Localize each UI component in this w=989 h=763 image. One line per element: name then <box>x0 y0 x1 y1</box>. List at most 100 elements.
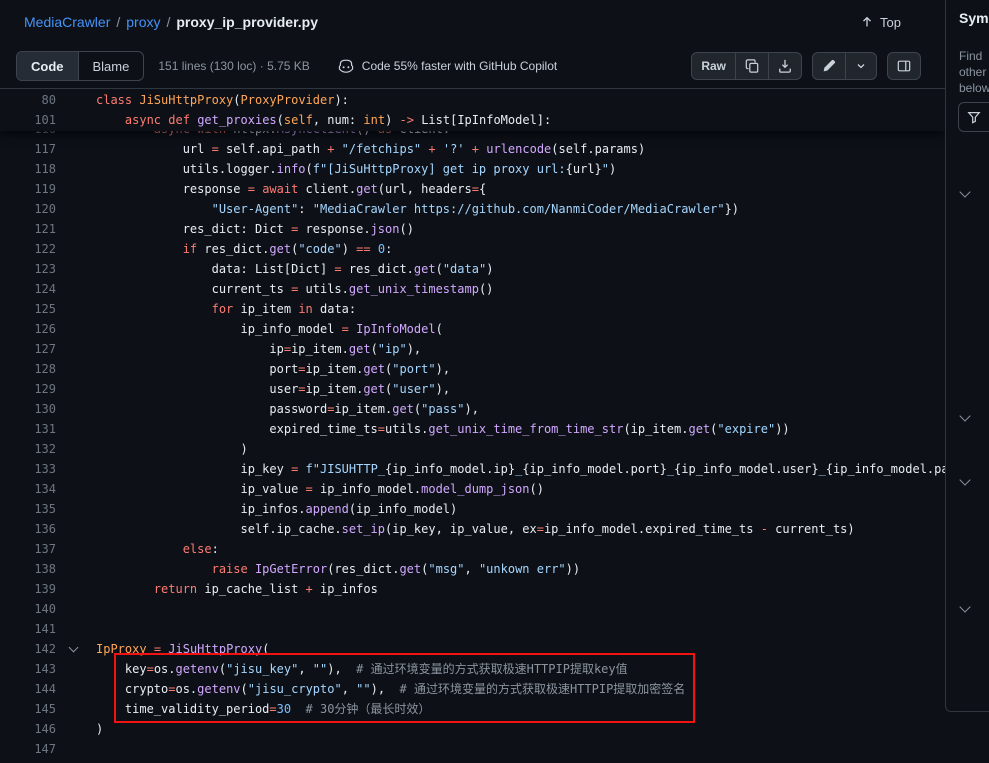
main-content: MediaCrawler / proxy / proxy_ip_provider… <box>0 0 945 763</box>
chevron-down-icon <box>855 60 867 72</box>
line-number[interactable]: 145 <box>0 699 56 719</box>
fold-chevron-icon[interactable] <box>69 643 79 653</box>
symbols-sidebar: Sym Find other below <box>945 0 989 763</box>
github-code-view: MediaCrawler / proxy / proxy_ip_provider… <box>0 0 989 763</box>
code-line: 144 crypto=os.getenv("jisu_crypto", ""),… <box>0 679 945 699</box>
code-text: user=ip_item.get("user"), <box>96 379 450 399</box>
code-text: raise IpGetError(res_dict.get("msg", "un… <box>96 559 580 579</box>
tab-code[interactable]: Code <box>17 52 79 80</box>
line-number[interactable]: 142 <box>0 639 56 659</box>
line-number[interactable]: 118 <box>0 159 56 179</box>
line-number[interactable]: 134 <box>0 479 56 499</box>
code-line: 101 async def get_proxies(self, num: int… <box>0 110 945 130</box>
code-line: 139 return ip_cache_list + ip_infos <box>0 579 945 599</box>
line-number[interactable]: 141 <box>0 619 56 639</box>
scroll-to-top-button[interactable]: Top <box>860 15 901 30</box>
line-number[interactable]: 124 <box>0 279 56 299</box>
copy-button[interactable] <box>735 53 768 79</box>
code-text: password=ip_item.get("pass"), <box>96 399 479 419</box>
code-text: if res_dict.get("code") == 0: <box>96 239 392 259</box>
line-number[interactable]: 136 <box>0 519 56 539</box>
raw-button[interactable]: Raw <box>692 53 735 79</box>
code-text: expired_time_ts=utils.get_unix_time_from… <box>96 419 790 439</box>
code-text: url = self.api_path + "/fetchips" + '?' … <box>96 139 645 159</box>
code-line: 130 password=ip_item.get("pass"), <box>0 399 945 419</box>
code-line: 121 res_dict: Dict = response.json() <box>0 219 945 239</box>
symbols-filter-button[interactable] <box>958 102 989 132</box>
line-number[interactable]: 146 <box>0 719 56 739</box>
code-text: for ip_item in data: <box>96 299 356 319</box>
edit-dropdown-button[interactable] <box>845 53 876 79</box>
symbols-panel-toggle-button[interactable] <box>888 53 920 79</box>
line-number[interactable]: 131 <box>0 419 56 439</box>
line-number[interactable]: 127 <box>0 339 56 359</box>
line-number[interactable]: 121 <box>0 219 56 239</box>
code-line: 135 ip_infos.append(ip_info_model) <box>0 499 945 519</box>
code-text: ) <box>96 719 103 739</box>
edit-button[interactable] <box>813 53 845 79</box>
line-number[interactable]: 139 <box>0 579 56 599</box>
breadcrumb-repo-link[interactable]: MediaCrawler <box>24 14 110 30</box>
line-number[interactable]: 137 <box>0 539 56 559</box>
download-button[interactable] <box>768 53 801 79</box>
sticky-lines: 80class JiSuHttpProxy(ProxyProvider):101… <box>0 89 945 131</box>
code-line: 123 data: List[Dict] = res_dict.get("dat… <box>0 259 945 279</box>
code-text: key=os.getenv("jisu_key", ""), # 通过环境变量的… <box>96 659 628 679</box>
file-toolbar: Code Blame 151 lines (130 loc) · 5.75 KB… <box>0 44 945 88</box>
copy-icon <box>745 59 759 73</box>
line-number[interactable]: 143 <box>0 659 56 679</box>
code-text: utils.logger.info(f"[JiSuHttpProxy] get … <box>96 159 616 179</box>
symbol-expand-chevron-icon[interactable] <box>959 601 970 612</box>
symbol-expand-chevron-icon[interactable] <box>959 474 970 485</box>
code-text: ip_value = ip_info_model.model_dump_json… <box>96 479 544 499</box>
code-text: ip_key = f"JISUHTTP_{ip_info_model.ip}_{… <box>96 459 945 479</box>
code-line: 134 ip_value = ip_info_model.model_dump_… <box>0 479 945 499</box>
code-text: crypto=os.getenv("jisu_crypto", ""), # 通… <box>96 679 685 699</box>
line-number[interactable]: 126 <box>0 319 56 339</box>
code-line: 125 for ip_item in data: <box>0 299 945 319</box>
copilot-text: Code 55% faster with GitHub Copilot <box>362 59 557 73</box>
line-number[interactable]: 129 <box>0 379 56 399</box>
code-line: 140 <box>0 599 945 619</box>
line-number[interactable]: 133 <box>0 459 56 479</box>
symbol-expand-chevron-icon[interactable] <box>959 186 970 197</box>
code-line: 132 ) <box>0 439 945 459</box>
line-number[interactable]: 144 <box>0 679 56 699</box>
line-number[interactable]: 101 <box>0 110 56 130</box>
line-number[interactable]: 128 <box>0 359 56 379</box>
line-number[interactable]: 117 <box>0 139 56 159</box>
line-number[interactable]: 147 <box>0 739 56 759</box>
pencil-icon <box>822 59 836 73</box>
symbol-expand-chevron-icon[interactable] <box>959 410 970 421</box>
symbols-panel: Sym Find other below <box>945 0 989 712</box>
line-number[interactable]: 119 <box>0 179 56 199</box>
code-line: 119 response = await client.get(url, hea… <box>0 179 945 199</box>
code-line: 146) <box>0 719 945 739</box>
code-text: current_ts = utils.get_unix_timestamp() <box>96 279 493 299</box>
line-number[interactable]: 138 <box>0 559 56 579</box>
line-number[interactable]: 130 <box>0 399 56 419</box>
tab-blame[interactable]: Blame <box>79 52 144 80</box>
code-text: ) <box>96 439 248 459</box>
code-line: 145 time_validity_period=30 # 30分钟（最长时效） <box>0 699 945 719</box>
copilot-banner: Code 55% faster with GitHub Copilot <box>338 58 557 74</box>
code-text: data: List[Dict] = res_dict.get("data") <box>96 259 493 279</box>
line-number[interactable]: 140 <box>0 599 56 619</box>
line-number[interactable]: 125 <box>0 299 56 319</box>
line-number[interactable]: 132 <box>0 439 56 459</box>
code-line: 133 ip_key = f"JISUHTTP_{ip_info_model.i… <box>0 459 945 479</box>
line-number[interactable]: 120 <box>0 199 56 219</box>
code-blame-switcher: Code Blame <box>16 51 144 81</box>
breadcrumb-folder-link[interactable]: proxy <box>126 14 160 30</box>
line-number[interactable]: 123 <box>0 259 56 279</box>
toolbar-actions: Raw <box>691 52 921 80</box>
code-text: ip_info_model = IpInfoModel( <box>96 319 443 339</box>
line-number[interactable]: 122 <box>0 239 56 259</box>
code-text: "User-Agent": "MediaCrawler https://gith… <box>96 199 739 219</box>
line-number[interactable]: 80 <box>0 90 56 110</box>
code-text: time_validity_period=30 # 30分钟（最长时效） <box>96 699 430 719</box>
line-number[interactable]: 135 <box>0 499 56 519</box>
code-line: 129 user=ip_item.get("user"), <box>0 379 945 399</box>
code-line: 122 if res_dict.get("code") == 0: <box>0 239 945 259</box>
code-line: 124 current_ts = utils.get_unix_timestam… <box>0 279 945 299</box>
